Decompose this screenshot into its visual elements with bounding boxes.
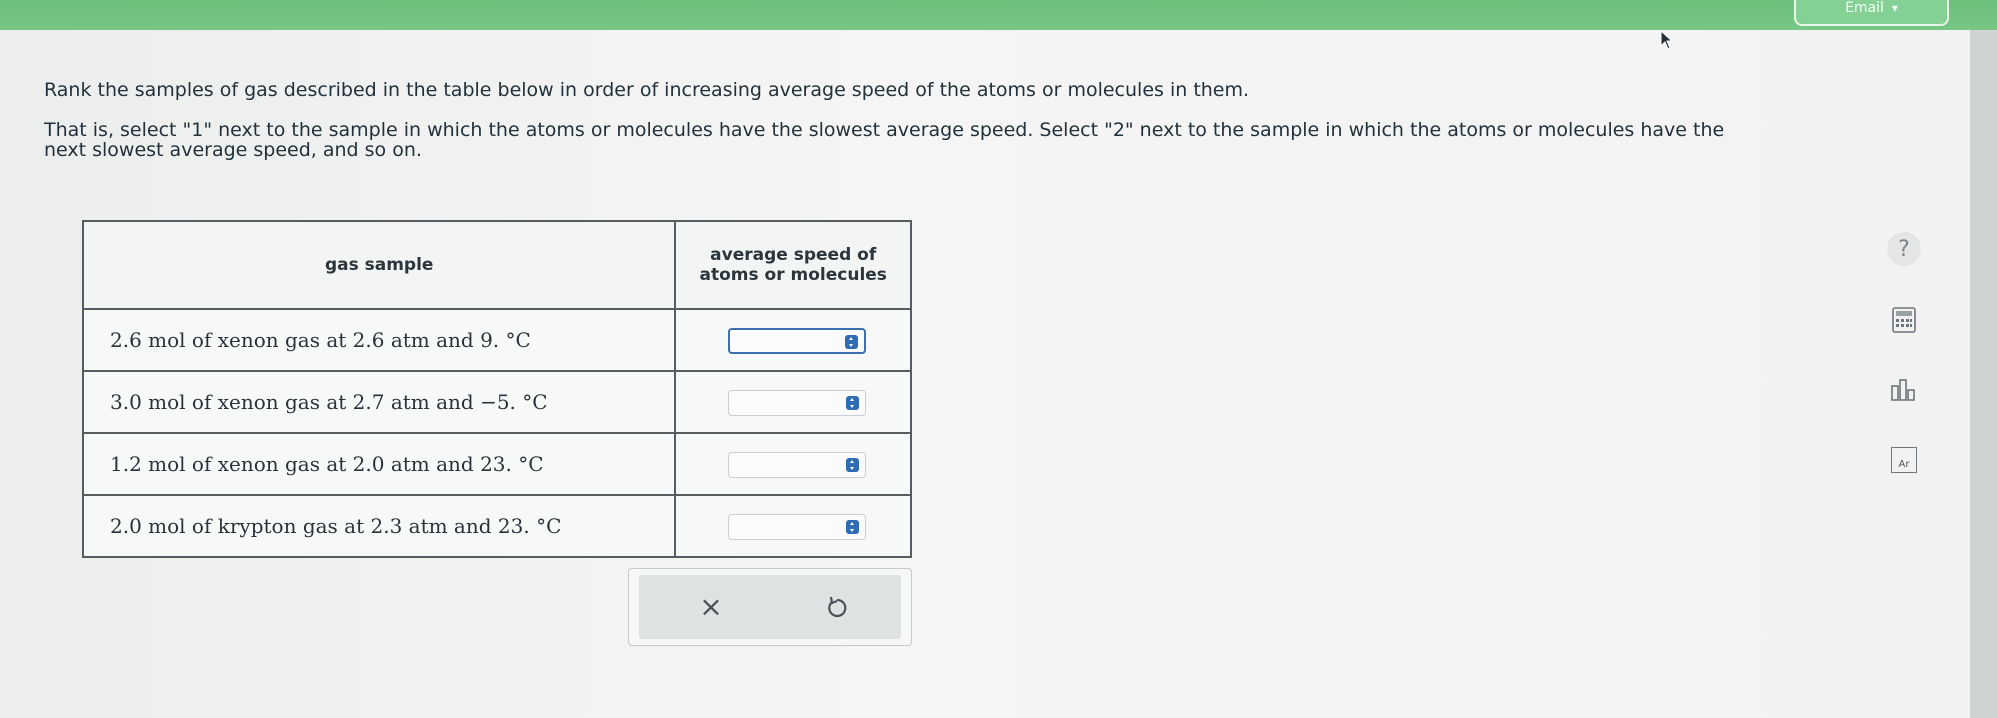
email-button-label: Email [1845,0,1884,16]
spinner-icon [846,458,860,472]
spinner-icon [846,396,860,410]
periodic-table-icon: Ar [1891,447,1917,473]
undo-button[interactable] [823,593,851,621]
table-row: 2.6 mol of xenon gas at 2.6 atm and 9. °… [81,308,912,372]
mouse-pointer-icon [1660,30,1672,50]
table-row: 2.0 mol of krypton gas at 2.3 atm and 23… [81,494,912,558]
answer-actions: × [628,568,912,646]
answer-actions-bar: × [639,575,901,639]
gas-sample-cell: 2.0 mol of krypton gas at 2.3 atm and 23… [81,494,677,558]
table-header-row: gas sample average speed of atoms or mol… [81,220,912,310]
gas-sample-cell: 1.2 mol of xenon gas at 2.0 atm and 23. … [81,432,677,496]
instructions: Rank the samples of gas described in the… [44,80,1764,160]
calculator-icon [1892,307,1916,333]
spinner-icon [845,335,859,349]
table-row: 3.0 mol of xenon gas at 2.7 atm and −5. … [81,370,912,434]
spinner-icon [846,520,860,534]
rank-select[interactable] [728,328,867,354]
ranking-table: gas sample average speed of atoms or mol… [81,220,912,558]
email-button[interactable]: Email ▾ [1794,0,1949,26]
instruction-line-1: Rank the samples of gas described in the… [44,79,1250,101]
rank-cell [674,432,912,496]
undo-icon [828,596,847,618]
gas-sample-header: gas sample [81,220,677,310]
gas-sample-cell: 3.0 mol of xenon gas at 2.7 atm and −5. … [81,370,677,434]
instruction-line-2: That is, select "1" next to the sample i… [44,119,1725,161]
question-mark-icon: ? [1898,236,1910,262]
close-icon: × [699,590,723,623]
periodic-table-button[interactable]: Ar [1887,443,1921,477]
chevron-down-icon: ▾ [1891,1,1898,15]
rank-select[interactable] [728,390,867,416]
table-row: 1.2 mol of xenon gas at 2.0 atm and 23. … [81,432,912,496]
periodic-table-symbol: Ar [1898,459,1910,470]
gas-sample-cell: 2.6 mol of xenon gas at 2.6 atm and 9. °… [81,308,677,372]
rank-select[interactable] [728,452,867,478]
rank-select[interactable] [728,514,867,540]
rank-cell [674,308,912,372]
calculator-button[interactable] [1887,303,1921,337]
help-button[interactable]: ? [1887,232,1921,266]
right-scroll-edge [1970,30,1997,718]
average-speed-header-line1: average speed of [710,245,877,265]
rank-cell [674,370,912,434]
average-speed-header: average speed of atoms or molecules [674,220,912,310]
average-speed-header-line2: atoms or molecules [699,265,887,285]
bar-chart-icon [1891,379,1915,401]
rank-cell [674,494,912,558]
clear-button[interactable]: × [697,593,725,621]
data-chart-button[interactable] [1887,373,1921,407]
